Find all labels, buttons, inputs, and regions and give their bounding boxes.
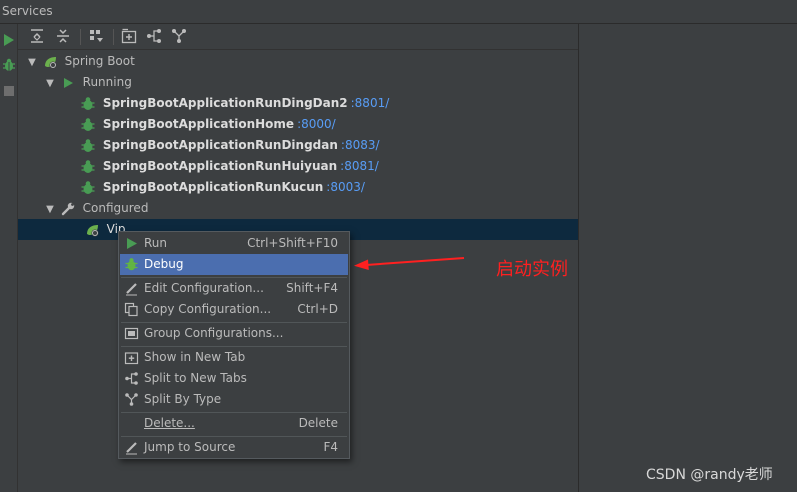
run-icon[interactable]: [3, 33, 15, 47]
menu-item-show-in-new-tab[interactable]: Show in New Tab: [120, 347, 348, 368]
menu-item-label: Jump to Source: [144, 440, 236, 454]
menu-item-label: Run: [144, 236, 168, 250]
expand-all-icon[interactable]: [29, 28, 45, 44]
tree-item-app[interactable]: SpringBootApplicationRunKucun:8003/: [80, 177, 365, 198]
group-by-icon[interactable]: [88, 28, 104, 44]
toolbar-separator: [80, 29, 81, 45]
tree-node-running[interactable]: ▼ Running: [44, 72, 132, 93]
app-name: SpringBootApplicationRunKucun: [102, 180, 324, 194]
app-name: SpringBootApplicationRunHuiyuan: [102, 159, 338, 173]
group-icon: [124, 327, 139, 340]
menu-item-run[interactable]: Run Ctrl+Shift+F10: [120, 233, 348, 254]
app-port-link[interactable]: :8000/: [297, 117, 336, 131]
app-port-link[interactable]: :8801/: [351, 96, 390, 110]
details-pane: [578, 24, 797, 492]
debug-icon: [125, 258, 138, 271]
jump-icon: [126, 442, 137, 455]
tree-item-app[interactable]: SpringBootApplicationRunHuiyuan:8081/: [80, 156, 379, 177]
copy-icon: [124, 302, 138, 317]
spring-boot-icon: [44, 56, 57, 68]
expand-arrow-icon[interactable]: ▼: [44, 199, 56, 220]
menu-item-label: Group Configurations...: [144, 326, 284, 340]
app-port-link[interactable]: :8003/: [326, 180, 365, 194]
tool-window-title: Services: [2, 4, 53, 18]
context-menu: Run Ctrl+Shift+F10 Debug Edit Configurat…: [118, 231, 350, 459]
menu-item-debug[interactable]: Debug: [120, 254, 348, 275]
tree-item-app[interactable]: SpringBootApplicationHome:8000/: [80, 114, 336, 135]
tool-window-title-bar: Services: [0, 0, 797, 24]
split-type-icon: [125, 393, 138, 406]
tree-node-configured[interactable]: ▼ Configured: [44, 198, 148, 219]
services-toolbar: [18, 24, 578, 50]
menu-item-label: Split By Type: [144, 392, 222, 406]
tree-node-label: Spring Boot: [64, 54, 135, 68]
menu-item-shortcut: Shift+F4: [286, 281, 338, 295]
menu-item-delete[interactable]: Delete... Delete: [120, 413, 348, 434]
app-name: SpringBootApplicationHome: [102, 117, 295, 131]
menu-item-copy-configuration[interactable]: Copy Configuration... Ctrl+D: [120, 299, 348, 320]
debug-bug-icon: [81, 138, 95, 152]
new-tab-icon[interactable]: [121, 28, 137, 44]
tree-node-spring-boot[interactable]: ▼ Spring Boot: [26, 51, 135, 72]
debug-bug-icon: [81, 159, 95, 173]
expand-arrow-icon[interactable]: ▼: [44, 73, 56, 94]
app-port-link[interactable]: :8081/: [340, 159, 379, 173]
debug-bug-icon: [81, 180, 95, 194]
menu-item-label: Edit Configuration...: [144, 281, 264, 295]
annotation-arrow-icon: [354, 257, 465, 270]
tree-item-app[interactable]: SpringBootApplicationRunDingdan:8083/: [80, 135, 380, 156]
tree-item-app[interactable]: SpringBootApplicationRunDingDan2:8801/: [80, 93, 389, 114]
collapse-all-icon[interactable]: [55, 28, 71, 44]
split-type-icon[interactable]: [171, 28, 187, 44]
menu-item-label: Copy Configuration...: [144, 302, 272, 316]
wrench-icon: [61, 202, 75, 215]
split-icon[interactable]: [146, 28, 162, 44]
edit-icon: [126, 283, 137, 296]
menu-item-shortcut: Ctrl+D: [297, 302, 338, 316]
menu-item-shortcut: Delete: [298, 416, 338, 430]
menu-item-shortcut: F4: [323, 440, 338, 454]
debug-bug-icon: [81, 117, 95, 131]
app-name: SpringBootApplicationRunDingdan: [102, 138, 338, 152]
spring-boot-icon: [86, 224, 99, 236]
menu-item-jump-to-source[interactable]: Jump to Source F4: [120, 437, 348, 458]
left-action-strip: [0, 24, 18, 492]
menu-item-split-to-new-tabs[interactable]: Split to New Tabs: [120, 368, 348, 389]
menu-item-shortcut: Ctrl+Shift+F10: [247, 236, 338, 250]
run-icon: [63, 77, 73, 88]
menu-item-group-configurations[interactable]: Group Configurations...: [120, 323, 348, 344]
app-name: SpringBootApplicationRunDingDan2: [102, 96, 348, 110]
new-tab-icon: [124, 352, 139, 365]
split-icon: [125, 372, 138, 385]
run-icon: [127, 238, 137, 249]
toolbar-separator: [113, 29, 114, 45]
annotation-label: 启动实例: [496, 259, 568, 280]
menu-item-label: Show in New Tab: [144, 350, 246, 364]
tree-node-label: Running: [82, 75, 132, 89]
menu-item-label: Debug: [144, 257, 184, 271]
app-port-link[interactable]: :8083/: [341, 138, 380, 152]
menu-item-edit-configuration[interactable]: Edit Configuration... Shift+F4: [120, 278, 348, 299]
stop-icon[interactable]: [3, 84, 15, 98]
debug-bug-icon: [81, 96, 95, 110]
menu-item-label: Split to New Tabs: [144, 371, 247, 385]
expand-arrow-icon[interactable]: ▼: [26, 52, 38, 73]
tree-node-label: Configured: [82, 201, 149, 215]
debug-icon[interactable]: [3, 58, 15, 72]
watermark: CSDN @randy老师: [646, 467, 773, 483]
menu-item-split-by-type[interactable]: Split By Type: [120, 389, 348, 410]
menu-item-label: Delete...: [144, 416, 195, 430]
